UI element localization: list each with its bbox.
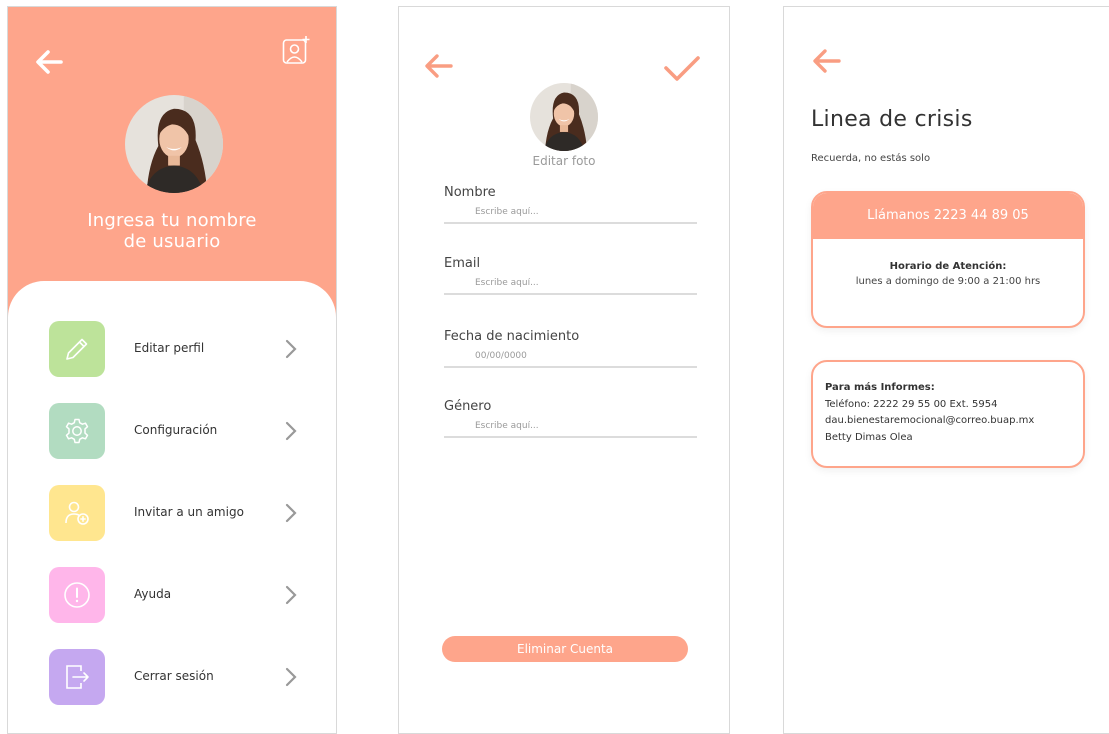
avatar[interactable]	[530, 83, 598, 151]
info-title: Para más Informes:	[825, 382, 935, 393]
page-title: Linea de crisis	[811, 107, 973, 132]
birthdate-input[interactable]	[444, 349, 697, 368]
field-label: Género	[444, 399, 492, 414]
menu-item-label: Editar perfil	[134, 341, 205, 355]
name-input[interactable]	[444, 205, 697, 224]
add-friend-icon	[65, 501, 89, 525]
info-email: dau.bienestaremocional@correo.buap.mx	[825, 415, 1035, 426]
call-card: Llámanos 2223 44 89 05 Horario de Atenci…	[811, 191, 1085, 328]
menu-item-help[interactable]: Ayuda	[8, 567, 336, 623]
chevron-right-icon	[285, 503, 297, 523]
field-label: Fecha de nacimiento	[444, 329, 580, 344]
name-field: Nombre	[444, 185, 697, 224]
menu-tile	[49, 321, 105, 377]
checkmark-icon[interactable]	[663, 55, 701, 83]
logout-icon	[66, 665, 89, 689]
call-button[interactable]: Llámanos 2223 44 89 05	[813, 193, 1083, 239]
pencil-icon	[66, 338, 88, 360]
chevron-right-icon	[285, 339, 297, 359]
back-arrow-icon[interactable]	[810, 47, 842, 75]
info-contact: Betty Dimas Olea	[825, 431, 913, 443]
back-arrow-icon[interactable]	[422, 52, 454, 80]
hours-title: Horario de Atención:	[889, 261, 1007, 272]
gear-icon	[65, 418, 89, 444]
menu-item-settings[interactable]: Configuración	[8, 403, 336, 459]
email-input[interactable]	[444, 276, 697, 295]
info-card: Para más Informes: Teléfono: 2222 29 55 …	[811, 360, 1085, 468]
crisis-line-screen: Linea de crisis Recuerda, no estás solo …	[783, 6, 1109, 734]
menu-tile	[49, 567, 105, 623]
chevron-right-icon	[285, 421, 297, 441]
profile-menu-screen: Ingresa tu nombre de usuario Editar perf…	[7, 6, 337, 734]
menu-tile	[49, 485, 105, 541]
gender-field: Género	[444, 399, 697, 438]
menu-item-logout[interactable]: Cerrar sesión	[8, 649, 336, 705]
avatar[interactable]	[125, 95, 223, 193]
delete-account-button[interactable]: Eliminar Cuenta	[442, 636, 688, 662]
edit-profile-screen: Editar foto Nombre Email Fecha de nacimi…	[398, 6, 730, 734]
chevron-right-icon	[285, 585, 297, 605]
username-prompt[interactable]: Ingresa tu nombre de usuario	[8, 210, 336, 252]
menu-item-label: Ayuda	[134, 587, 172, 601]
back-arrow-icon[interactable]	[34, 47, 64, 77]
menu-tile	[49, 649, 105, 705]
menu-item-label: Invitar a un amigo	[134, 505, 244, 519]
page-subtitle: Recuerda, no estás solo	[811, 153, 931, 164]
add-photo-icon[interactable]	[282, 35, 310, 65]
info-phone: Teléfono: 2222 29 55 00 Ext. 5954	[825, 398, 998, 410]
hours-value: lunes a domingo de 9:00 a 21:00 hrs	[855, 276, 1041, 287]
birthdate-field: Fecha de nacimiento	[444, 329, 697, 368]
chevron-right-icon	[285, 667, 297, 687]
alert-circle-icon	[64, 582, 90, 608]
menu-item-invite[interactable]: Invitar a un amigo	[8, 485, 336, 541]
edit-photo-link[interactable]: Editar foto	[399, 154, 729, 168]
menu-item-label: Configuración	[134, 423, 218, 437]
gender-input[interactable]	[444, 419, 697, 438]
menu-tile	[49, 403, 105, 459]
menu-item-edit-profile[interactable]: Editar perfil	[8, 321, 336, 377]
email-field: Email	[444, 256, 697, 295]
menu-panel: Editar perfil Configuración Invitar a un…	[8, 281, 336, 733]
field-label: Email	[444, 256, 481, 271]
menu-item-label: Cerrar sesión	[134, 669, 214, 683]
field-label: Nombre	[444, 185, 496, 200]
